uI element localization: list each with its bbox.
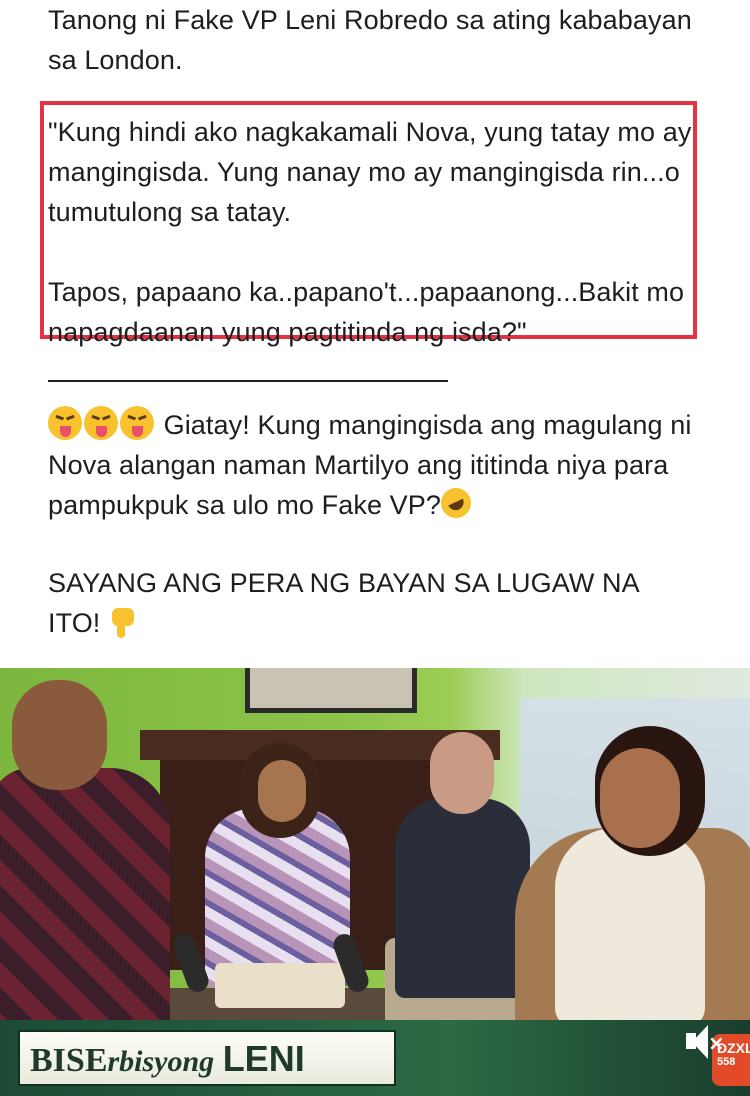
banner-prefix: BISE: [30, 1042, 108, 1079]
speaker-cone-icon: [692, 1025, 708, 1059]
quote-spacer: [48, 232, 698, 272]
quote-paragraph-2: Tapos, papaano ka..papano't...papaanong.…: [48, 277, 685, 347]
squinting-tongue-emoji-icon: [120, 406, 154, 440]
quote-text: "Kung hindi ako nagkakamali Nova, yung t…: [48, 112, 698, 352]
video-player[interactable]: BISErbisyong LENI DZXL 558 ×: [0, 668, 750, 1096]
video-person-2-face: [258, 760, 306, 822]
mute-button[interactable]: ×: [680, 1023, 725, 1061]
squinting-tongue-emoji-icon: [48, 406, 82, 440]
facebook-post: Tanong ni Fake VP Leni Robredo sa ating …: [0, 0, 750, 1096]
station-number: 558: [717, 1056, 736, 1068]
quote-paragraph-1: "Kung hindi ako nagkakamali Nova, yung t…: [48, 117, 692, 227]
banner-name: LENI: [222, 1038, 305, 1079]
video-person-1-head: [12, 680, 107, 790]
thumbs-down-emoji-icon: [108, 606, 138, 640]
rofl-emoji-icon: [436, 483, 476, 523]
video-person-4-collar: [555, 828, 705, 1028]
video-person-1-body: [0, 768, 170, 1028]
squinting-tongue-emoji-icon: [84, 406, 118, 440]
video-person-4-face: [600, 748, 680, 848]
video-person-2-skirt: [215, 963, 345, 1008]
divider-line: [48, 380, 448, 382]
post-intro-text: Tanong ni Fake VP Leni Robredo sa ating …: [48, 5, 692, 75]
shout-text-block: SAYANG ANG PERA NG BAYAN SA LUGAW NA ITO…: [48, 563, 698, 643]
banner-middle: rbisyong: [107, 1045, 215, 1078]
reaction-text-block: Giatay! Kung mangingisda ang magulang ni…: [48, 405, 718, 525]
video-person-3-body: [395, 798, 530, 998]
video-person-3-head: [430, 732, 494, 814]
mute-x-icon: ×: [708, 1031, 725, 1055]
video-banner-title: BISErbisyong LENI: [30, 1038, 305, 1080]
video-picture-frame: [245, 668, 417, 713]
